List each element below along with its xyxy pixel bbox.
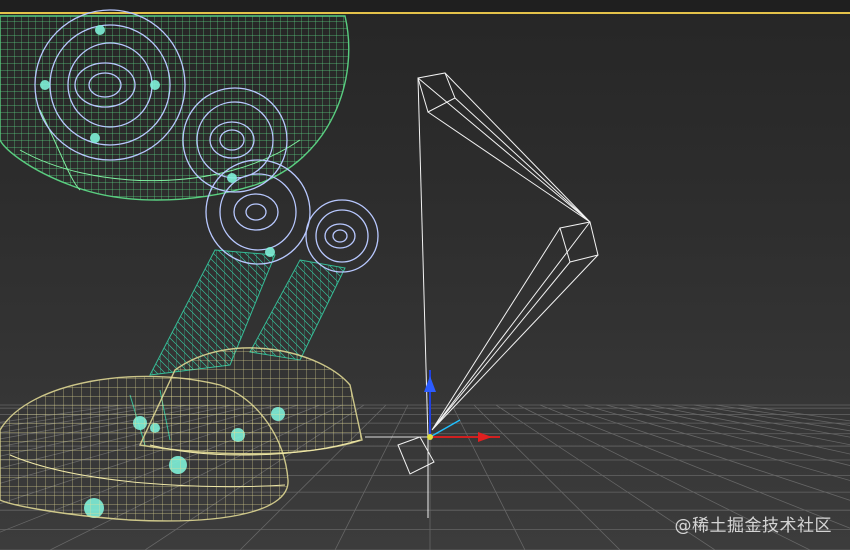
- body-wireframe-mesh: [0, 15, 350, 201]
- foot-wireframe-mesh: [0, 347, 363, 522]
- watermark: @稀土掘金技术社区: [674, 516, 832, 536]
- grid-line: [451, 404, 526, 550]
- grid-line: [473, 404, 621, 550]
- scene-canvas[interactable]: [0, 0, 850, 550]
- viewport-perspective[interactable]: @稀土掘金技术社区: [0, 0, 850, 550]
- knee-joint-3: [305, 199, 379, 273]
- bone-chain: [397, 72, 599, 518]
